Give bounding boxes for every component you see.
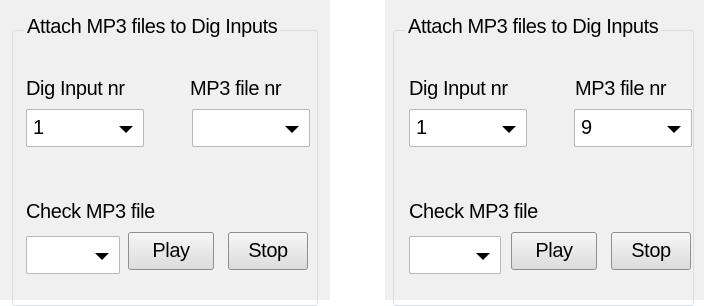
- chevron-down-icon: [285, 126, 299, 133]
- play-button[interactable]: Play: [128, 232, 214, 270]
- chevron-down-icon: [502, 126, 516, 133]
- stop-button[interactable]: Stop: [611, 232, 691, 270]
- dig-input-dropdown[interactable]: 1: [26, 109, 144, 147]
- dig-input-label: Dig Input nr: [26, 78, 125, 100]
- dig-input-dropdown[interactable]: 1: [409, 109, 527, 147]
- check-mp3-label: Check MP3 file: [409, 201, 538, 223]
- mp3-file-value: 9: [581, 117, 593, 139]
- play-button[interactable]: Play: [511, 232, 597, 270]
- group-title: Attach MP3 files to Dig Inputs: [24, 16, 281, 39]
- mp3-file-label: MP3 file nr: [190, 78, 282, 100]
- mp3-file-label: MP3 file nr: [575, 78, 667, 100]
- attach-mp3-panel-right: Attach MP3 files to Dig Inputs Dig Input…: [385, 0, 704, 306]
- dig-input-value: 1: [33, 117, 45, 139]
- chevron-down-icon: [95, 253, 109, 260]
- chevron-down-icon: [476, 253, 490, 260]
- check-mp3-label: Check MP3 file: [26, 201, 155, 223]
- chevron-down-icon: [119, 126, 133, 133]
- dig-input-value: 1: [416, 117, 428, 139]
- mp3-file-dropdown[interactable]: 9: [574, 109, 692, 147]
- dig-input-label: Dig Input nr: [409, 78, 508, 100]
- check-mp3-dropdown[interactable]: [409, 236, 501, 274]
- check-mp3-dropdown[interactable]: [26, 236, 120, 274]
- chevron-down-icon: [667, 126, 681, 133]
- attach-mp3-panel-left: Attach MP3 files to Dig Inputs Dig Input…: [0, 0, 330, 306]
- mp3-file-dropdown[interactable]: [192, 109, 310, 147]
- stop-button[interactable]: Stop: [228, 232, 308, 270]
- group-title: Attach MP3 files to Dig Inputs: [405, 16, 662, 39]
